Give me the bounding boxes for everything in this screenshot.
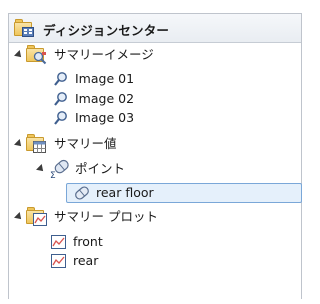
decision-center-icon xyxy=(14,19,36,39)
tree-item-label: Image 01 xyxy=(75,71,135,86)
point-icon xyxy=(73,184,91,202)
tree-item-plot[interactable]: front xyxy=(9,232,301,252)
folder-image-icon xyxy=(26,45,48,65)
tree-item-label: Image 02 xyxy=(75,91,135,106)
image-search-icon xyxy=(53,110,69,126)
expand-toggle-icon[interactable] xyxy=(14,50,24,60)
tree-node-summary-values[interactable]: サマリー値 xyxy=(9,134,301,154)
panel-title: ディシジョンセンター xyxy=(43,23,170,38)
expand-toggle-icon[interactable] xyxy=(36,164,46,174)
tree-item-label: front xyxy=(73,234,103,249)
tree-item-label: rear xyxy=(73,253,99,268)
tree-item-point[interactable]: rear floor xyxy=(66,183,302,203)
tree-node-label: サマリー値 xyxy=(54,136,117,151)
decision-center-panel: ディシジョンセンター サマリーイメージ Image 01 Image 02 Im… xyxy=(8,13,302,299)
tree-item-image[interactable]: Image 02 xyxy=(9,89,301,109)
expand-toggle-icon[interactable] xyxy=(14,212,24,222)
folder-plot-icon xyxy=(26,207,48,227)
expand-toggle-icon[interactable] xyxy=(14,139,24,149)
plot-icon xyxy=(51,254,66,268)
tree-node-label: サマリー プロット xyxy=(54,209,158,224)
plot-icon xyxy=(51,235,66,249)
tree-node-points[interactable]: Σ ポイント xyxy=(9,159,301,181)
tree-node-summary-plots[interactable]: サマリー プロット xyxy=(9,207,301,227)
folder-table-icon xyxy=(26,134,48,154)
tree-item-plot[interactable]: rear xyxy=(9,251,301,271)
point-sigma-icon: Σ xyxy=(49,159,71,181)
tree-node-label: ポイント xyxy=(75,161,126,176)
tree-node-label: サマリーイメージ xyxy=(54,47,154,62)
tree-node-summary-images[interactable]: サマリーイメージ xyxy=(9,45,301,65)
image-search-icon xyxy=(53,91,69,107)
image-search-icon xyxy=(53,71,69,87)
tree-item-label: rear floor xyxy=(96,185,154,200)
tree-item-label: Image 03 xyxy=(75,110,135,125)
tree-item-image[interactable]: Image 01 xyxy=(9,69,301,89)
panel-header: ディシジョンセンター xyxy=(9,14,301,43)
svg-text:Σ: Σ xyxy=(50,171,56,179)
tree-item-image[interactable]: Image 03 xyxy=(9,108,301,128)
